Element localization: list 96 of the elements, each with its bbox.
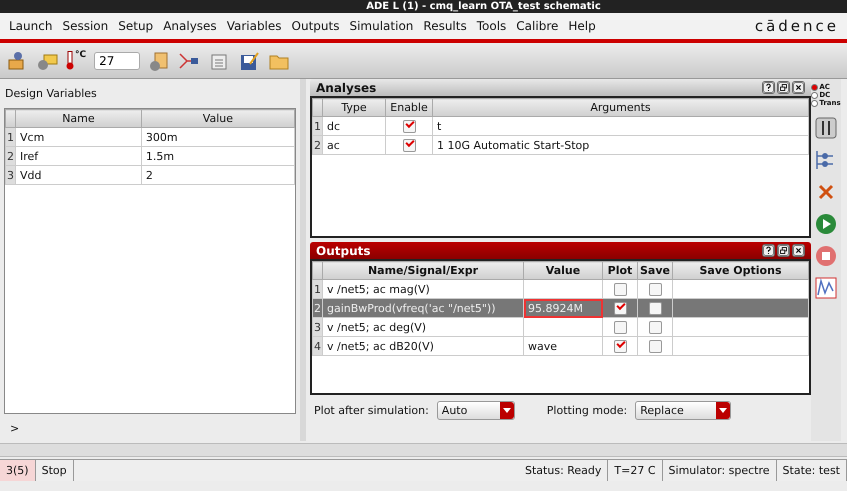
output-row[interactable]: 2 gainBwProd(vfreq('ac "/net5")) 95.8924M [312,298,808,318]
column-header[interactable]: Save [638,262,672,280]
column-header[interactable]: Plot [602,262,638,280]
menu-item[interactable]: Tools [472,19,512,33]
restore-icon[interactable] [777,81,790,94]
stop-icon[interactable] [815,245,837,267]
sliders-icon[interactable] [815,117,837,139]
menu-item[interactable]: Analyses [158,19,222,33]
restore-icon[interactable] [777,244,790,257]
menu-item[interactable]: Variables [222,19,287,33]
checkbox[interactable] [648,340,662,353]
status-text: Status: Ready [519,460,608,481]
row-number: 3 [312,318,322,336]
radio-dot[interactable] [811,92,818,98]
menu-item[interactable]: Results [418,19,472,33]
menu-item[interactable]: Calibre [511,19,564,33]
checkbox[interactable] [648,302,662,315]
panel-title: Analyses [316,80,378,94]
column-header[interactable]: Type [322,98,386,116]
column-header[interactable]: Value [141,110,294,128]
field-label: Plot after simulation: [314,404,429,416]
caret-icon [502,408,511,412]
table-cell[interactable]: t [432,116,808,136]
checkbox[interactable] [402,138,416,152]
menu-item[interactable]: Session [57,19,114,33]
row-number: 1 [312,116,322,136]
table-cell[interactable]: Vdd [16,166,142,184]
column-header[interactable]: Enable [386,98,432,116]
status-action[interactable]: Stop [36,460,74,481]
plotting-mode-dropdown[interactable]: Replace [635,400,732,420]
row-number: 1 [6,128,16,146]
table-cell[interactable]: Iref [16,146,142,166]
menu-item[interactable]: Setup [113,19,158,33]
column-header[interactable]: Arguments [432,98,808,116]
status-simulator: Simulator: spectre [662,460,777,481]
radio-dot[interactable] [811,84,818,90]
close-icon[interactable] [792,81,805,94]
field-label: Plotting mode: [546,404,628,416]
menu-item[interactable]: Outputs [286,19,344,33]
save-edit-icon[interactable] [238,50,260,72]
column-header[interactable]: Name/Signal/Expr [322,262,524,280]
caret-icon [719,408,728,412]
row-number: 4 [312,336,322,356]
column-header[interactable]: Save Options [672,262,808,280]
menu-item[interactable]: Launch [4,19,58,33]
row-number: 2 [312,136,322,154]
menu-item[interactable]: Simulation [344,19,418,33]
status-state: State: test [776,460,847,481]
checkbox[interactable] [614,340,626,353]
table-cell[interactable]: dc [322,116,386,136]
checkbox[interactable] [402,120,416,133]
output-row[interactable]: 4 v /net5; ac dB20(V) wave [312,336,808,356]
column-header[interactable]: Name [16,110,142,128]
temperature-unit: °C [75,50,86,60]
table-cell[interactable]: 2 [141,166,294,184]
checkbox[interactable] [614,302,626,315]
window-title: ADE L (1) - cmq_learn OTA_test schematic [365,0,601,13]
waveform-icon[interactable] [815,277,837,299]
checkbox[interactable] [614,282,626,296]
help-icon[interactable] [762,81,775,94]
checkbox[interactable] [614,320,626,334]
table-cell[interactable]: 1.5m [141,146,294,166]
output-row[interactable]: 3 v /net5; ac deg(V) [312,318,808,336]
help-icon[interactable] [762,244,775,257]
panel-title: Design Variables [4,86,98,102]
table-cell[interactable]: Vcm [16,128,142,146]
close-icon[interactable] [792,244,805,257]
temperature-field[interactable]: 27 [94,52,140,70]
table-cell[interactable]: 95.8924M [524,298,602,318]
radio-dot[interactable] [811,100,818,106]
plot-after-dropdown[interactable]: Auto [436,400,515,420]
thermometer-icon [66,51,74,70]
row-number: 2 [6,146,16,166]
row-number: 2 [312,298,322,318]
checkbox[interactable] [648,320,662,334]
row-number: 1 [312,280,322,298]
table-cell[interactable]: v /net5; ac deg(V) [322,318,524,336]
resize-grip[interactable] [0,443,847,457]
status-count: 3(5) [0,460,36,481]
status-temperature: T=27 C [608,460,663,481]
table-cell[interactable]: ac [322,136,386,154]
brand-logo: cādence [754,17,839,35]
row-number: 3 [6,166,16,184]
table-cell[interactable]: 300m [141,128,294,146]
checkbox[interactable] [648,282,662,296]
table-cell[interactable] [524,318,602,336]
table-cell[interactable]: gainBwProd(vfreq('ac "/net5")) [322,298,524,318]
table-cell[interactable]: 1 10G Automatic Start-Stop [432,136,808,154]
document-gear-icon[interactable] [148,50,170,72]
table-cell[interactable]: wave [524,336,602,356]
panel-title: Outputs [316,244,372,258]
run-icon[interactable] [815,213,837,235]
prompt-text: > [10,422,20,435]
menu-item[interactable]: Help [563,19,601,33]
table-cell[interactable]: v /net5; ac dB20(V) [322,336,524,356]
column-header[interactable]: Value [524,262,602,280]
